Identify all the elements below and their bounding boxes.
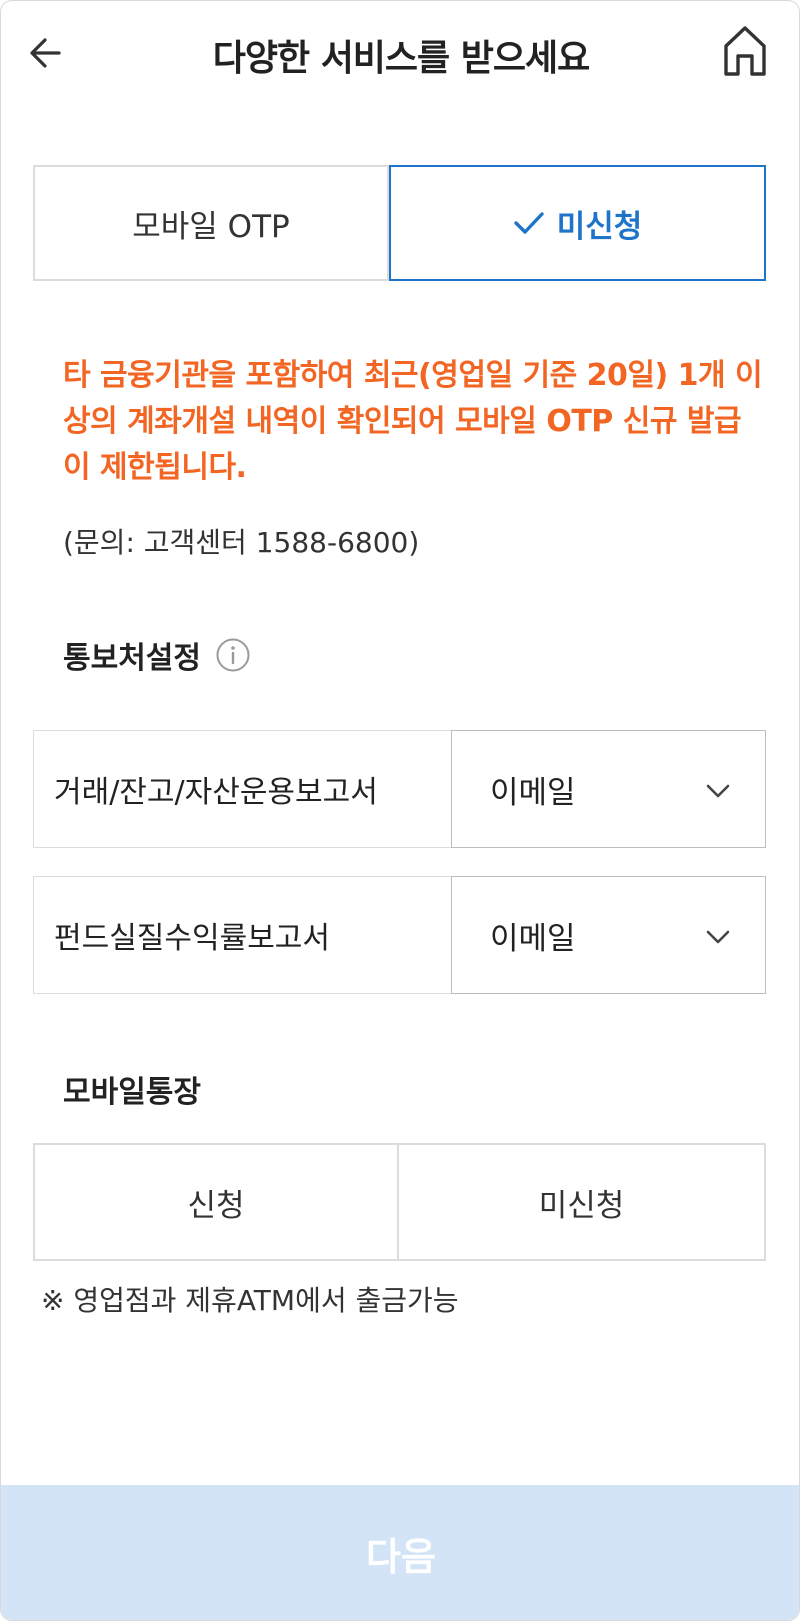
otp-option-not-applied[interactable]: 미신청 bbox=[389, 165, 766, 281]
passbook-option-not-applied[interactable]: 미신청 bbox=[399, 1143, 766, 1261]
section-title-text: 모바일통장 bbox=[63, 1075, 201, 1110]
check-icon bbox=[513, 210, 545, 236]
row-label: 거래/잔고/자산운용보고서 bbox=[33, 730, 451, 848]
otp-selector: 모바일 OTP 미신청 bbox=[33, 165, 766, 281]
row-label: 펀드실질수익률보고서 bbox=[33, 876, 451, 994]
page-title: 다양한 서비스를 받으세요 bbox=[212, 38, 590, 79]
home-button[interactable] bbox=[717, 23, 773, 83]
notification-row-trading-report: 거래/잔고/자산운용보고서 이메일 bbox=[33, 730, 766, 848]
notification-row-fund-return-report: 펀드실질수익률보고서 이메일 bbox=[33, 876, 766, 994]
home-icon bbox=[722, 24, 768, 82]
customer-center-inquiry: (문의: 고객센터 1588-6800) bbox=[63, 526, 420, 559]
notification-section-title: 통보처설정 bbox=[63, 633, 251, 677]
chevron-down-icon bbox=[705, 917, 731, 953]
mobile-passbook-selector: 신청 미신청 bbox=[33, 1143, 766, 1261]
withdrawal-note: ※ 영업점과 제휴ATM에서 출금가능 bbox=[41, 1284, 459, 1317]
otp-option-mobile-otp[interactable]: 모바일 OTP bbox=[33, 165, 389, 281]
header: 다양한 서비스를 받으세요 bbox=[1, 1, 799, 111]
passbook-option-label: 신청 bbox=[187, 1187, 245, 1224]
passbook-option-label: 미신청 bbox=[538, 1187, 625, 1224]
notification-method-select[interactable]: 이메일 bbox=[451, 730, 766, 848]
section-title-text: 통보처설정 bbox=[63, 641, 201, 676]
mobile-passbook-section-title: 모바일통장 bbox=[63, 1067, 201, 1111]
next-button[interactable]: 다음 bbox=[1, 1485, 799, 1620]
select-value: 이메일 bbox=[490, 920, 576, 957]
passbook-option-apply[interactable]: 신청 bbox=[33, 1143, 399, 1261]
screen: 다양한 서비스를 받으세요 모바일 OTP 미신청 타 금융기관을 포함하여 최… bbox=[0, 0, 800, 1621]
otp-restriction-warning: 타 금융기관을 포함하여 최근(영업일 기준 20일) 1개 이상의 계좌개설 … bbox=[63, 358, 763, 485]
otp-option-label: 미신청 bbox=[556, 208, 643, 245]
info-icon[interactable] bbox=[215, 637, 251, 673]
chevron-down-icon bbox=[705, 771, 731, 807]
notification-method-select[interactable]: 이메일 bbox=[451, 876, 766, 994]
otp-option-label: 모바일 OTP bbox=[132, 208, 290, 245]
select-value: 이메일 bbox=[490, 774, 576, 811]
